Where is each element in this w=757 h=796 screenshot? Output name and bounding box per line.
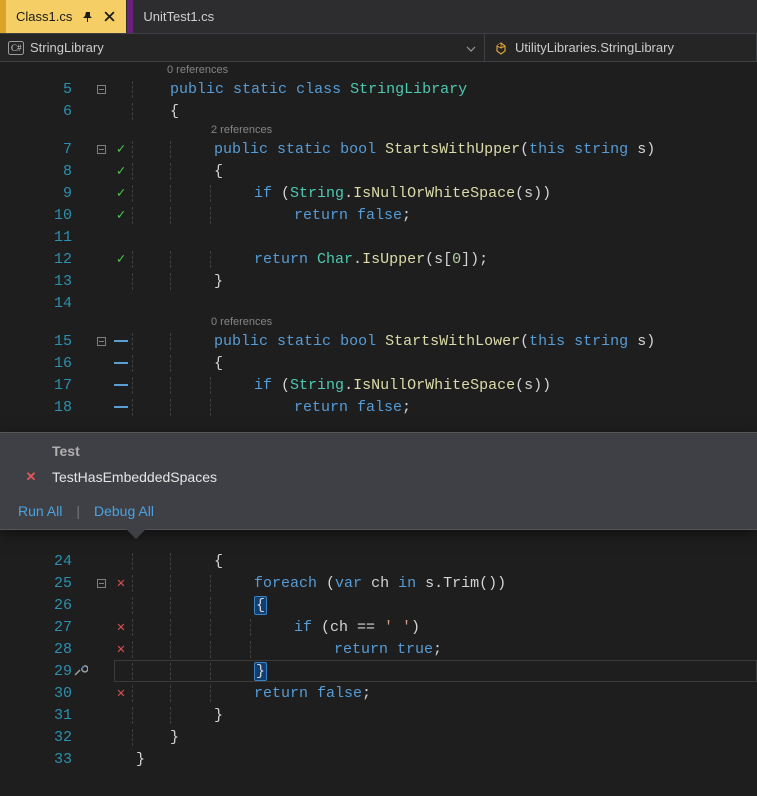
- separator: |: [76, 503, 80, 519]
- test-pass-icon: ✓: [117, 141, 125, 158]
- fold-toggle[interactable]: [97, 337, 106, 346]
- test-fail-icon[interactable]: ✕: [117, 575, 125, 592]
- code-line: 7 ✓ public static bool StartsWithUpper(t…: [0, 138, 757, 160]
- code-line: 27 ✕ if (ch == ' '): [0, 616, 757, 638]
- test-fail-icon: ✕: [22, 469, 40, 485]
- failed-test-row[interactable]: ✕ TestHasEmbeddedSpaces: [0, 463, 757, 497]
- debug-all-link[interactable]: Debug All: [94, 503, 154, 519]
- test-fail-icon[interactable]: ✕: [117, 619, 125, 636]
- csharp-icon: C#: [8, 40, 24, 56]
- code-line: 18 return false;: [0, 396, 757, 418]
- code-line: 28 ✕ return true;: [0, 638, 757, 660]
- code-line: 30 ✕ return false;: [0, 682, 757, 704]
- class-dropdown[interactable]: UtilityLibraries.StringLibrary: [485, 34, 757, 61]
- tab-class1[interactable]: Class1.cs: [0, 0, 127, 33]
- code-line: 8 ✓ {: [0, 160, 757, 182]
- namespace-label: StringLibrary: [30, 40, 104, 55]
- fold-toggle[interactable]: [97, 145, 106, 154]
- popup-header: Test: [0, 433, 757, 463]
- navigation-bar: C# StringLibrary UtilityLibraries.String…: [0, 34, 757, 62]
- pin-icon[interactable]: [80, 10, 94, 24]
- code-line: 15 public static bool StartsWithLower(th…: [0, 330, 757, 352]
- test-pass-icon: ✓: [117, 185, 125, 202]
- test-pass-icon: ✓: [117, 251, 125, 268]
- run-all-link[interactable]: Run All: [18, 503, 62, 519]
- chevron-down-icon: [466, 40, 476, 55]
- popup-pointer-icon: [126, 529, 146, 539]
- namespace-dropdown[interactable]: C# StringLibrary: [0, 34, 485, 61]
- code-line: 25 ✕ foreach (var ch in s.Trim()): [0, 572, 757, 594]
- svg-text:C#: C#: [11, 43, 22, 53]
- fold-toggle[interactable]: [97, 579, 106, 588]
- coverage-not-run-icon: [114, 384, 128, 386]
- code-line: 13 }: [0, 270, 757, 292]
- tab-bar: Class1.cs UnitTest1.cs: [0, 0, 757, 34]
- test-pass-icon: ✓: [117, 207, 125, 224]
- tab-well: [225, 0, 757, 33]
- code-line: 12 ✓ return Char.IsUpper(s[0]);: [0, 248, 757, 270]
- line-number: 5: [0, 81, 92, 98]
- tab-label: UnitTest1.cs: [143, 9, 214, 24]
- codelens[interactable]: 0 references: [0, 62, 757, 78]
- code-line: 26 {: [0, 594, 757, 616]
- test-fail-icon[interactable]: ✕: [117, 685, 125, 702]
- code-line: 5 public static class StringLibrary: [0, 78, 757, 100]
- tab-unittest1[interactable]: UnitTest1.cs: [127, 0, 225, 33]
- tab-label: Class1.cs: [16, 9, 72, 24]
- coverage-not-run-icon: [114, 406, 128, 408]
- codelens[interactable]: 0 references: [0, 314, 757, 330]
- test-fail-icon[interactable]: ✕: [117, 641, 125, 658]
- popup-actions: Run All | Debug All: [0, 497, 757, 529]
- class-label: UtilityLibraries.StringLibrary: [515, 40, 674, 55]
- code-line: 16 {: [0, 352, 757, 374]
- code-line: 6 {: [0, 100, 757, 122]
- code-line: 31 }: [0, 704, 757, 726]
- code-line: 24 {: [0, 550, 757, 572]
- code-editor[interactable]: 0 references 5 public static class Strin…: [0, 62, 757, 796]
- coverage-not-run-icon: [114, 340, 128, 342]
- code-line: 11: [0, 226, 757, 248]
- code-line: 14: [0, 292, 757, 314]
- fold-toggle[interactable]: [97, 85, 106, 94]
- class-icon: [493, 40, 509, 56]
- code-line: 33 }: [0, 748, 757, 770]
- codelens[interactable]: 2 references: [0, 122, 757, 138]
- failed-test-name: TestHasEmbeddedSpaces: [52, 469, 217, 485]
- code-line: 9 ✓ if (String.IsNullOrWhiteSpace(s)): [0, 182, 757, 204]
- code-line: 32 }: [0, 726, 757, 748]
- code-line: 17 if (String.IsNullOrWhiteSpace(s)): [0, 374, 757, 396]
- test-pass-icon: ✓: [117, 163, 125, 180]
- code-line: 10 ✓ return false;: [0, 204, 757, 226]
- code-line: 29 }: [0, 660, 757, 682]
- close-icon[interactable]: [102, 10, 116, 24]
- quick-action-icon[interactable]: [72, 662, 88, 683]
- test-codelens-popup: Test ✕ TestHasEmbeddedSpaces Run All | D…: [0, 432, 757, 530]
- coverage-not-run-icon: [114, 362, 128, 364]
